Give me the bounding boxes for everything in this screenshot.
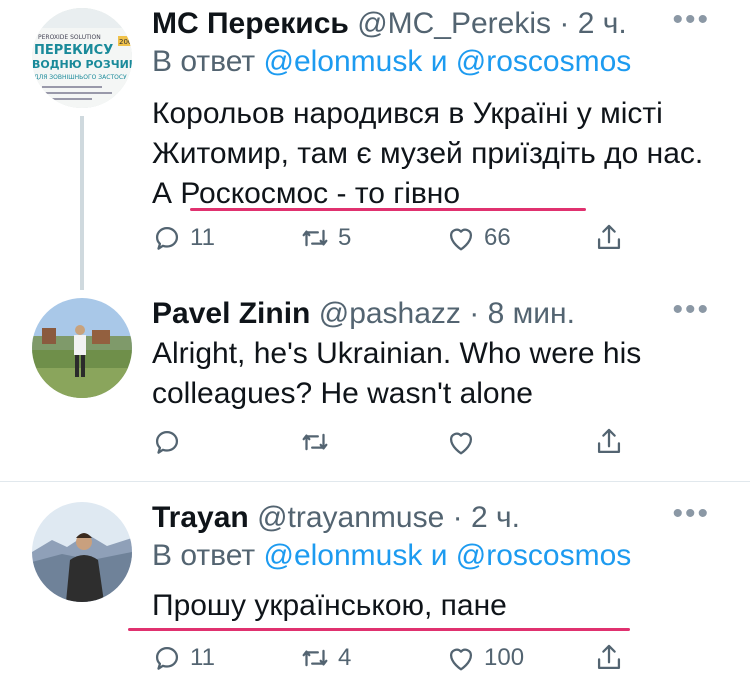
reply-prefix: В ответ (152, 45, 256, 78)
reply-prefix: В ответ (152, 539, 256, 572)
retweet-button[interactable] (298, 422, 338, 462)
svg-text:ДЛЯ ЗОВНІШНЬОГО ЗАСТОСУ: ДЛЯ ЗОВНІШНЬОГО ЗАСТОСУ (34, 74, 127, 81)
like-button[interactable] (444, 422, 484, 462)
timestamp[interactable]: 2 ч. (578, 7, 627, 40)
more-icon[interactable]: ••• (672, 499, 710, 529)
like-button[interactable]: 66 (444, 218, 511, 258)
share-icon (597, 644, 621, 670)
reply-to-line: В ответ @elonmusk и @roscosmos (152, 44, 631, 80)
share-button[interactable] (592, 638, 632, 678)
display-name[interactable]: МС Перекись (152, 7, 349, 40)
reply-count: 11 (190, 644, 215, 671)
retweet-icon (302, 433, 328, 451)
mention-roscosmos[interactable]: @roscosmos (456, 45, 632, 78)
tweet-text: Корольов народився в Україні у місті Жит… (152, 97, 704, 210)
user-handle[interactable]: @pashazz (319, 297, 461, 330)
share-button[interactable] (592, 422, 632, 462)
reply-to-line: В ответ @elonmusk и @roscosmos (152, 538, 631, 574)
avatar-image (32, 502, 132, 602)
mention-roscosmos[interactable]: @roscosmos (456, 539, 632, 572)
thread-line (80, 116, 84, 290)
tweet-text: Alright, he's Ukrainian. Who were his co… (152, 337, 642, 410)
reply-button[interactable]: 11 (150, 638, 215, 678)
avatar-image: PEROXIDE SOLUTION ПЕРЕКИСУ ВОДНЮ РОЗЧИН … (32, 8, 132, 108)
retweet-button[interactable]: 5 (298, 218, 351, 258)
like-count: 100 (484, 644, 525, 671)
share-icon (597, 428, 621, 454)
tweet-header: Pavel Zinin @pashazz · 8 мин. (152, 296, 575, 332)
like-count: 66 (484, 224, 511, 251)
svg-text:PEROXIDE SOLUTION: PEROXIDE SOLUTION (38, 34, 101, 41)
mention-elonmusk[interactable]: @elonmusk (263, 45, 422, 78)
like-icon (449, 648, 473, 671)
avatar-pavel-zinin[interactable] (32, 298, 132, 398)
share-icon (597, 224, 621, 250)
highlight-underline (190, 208, 586, 211)
user-handle[interactable]: @MC_Perekis (357, 7, 551, 40)
reply-button[interactable] (150, 422, 190, 462)
reply-icon (155, 646, 179, 670)
svg-text:ПЕРЕКИСУ: ПЕРЕКИСУ (34, 43, 113, 58)
more-icon[interactable]: ••• (672, 5, 710, 35)
share-button[interactable] (592, 218, 632, 258)
mention-elonmusk[interactable]: @elonmusk (263, 539, 422, 572)
reply-icon (155, 430, 179, 454)
retweet-button[interactable]: 4 (298, 638, 351, 678)
separator-dot: · (551, 7, 578, 40)
action-bar: 11 4 100 (150, 638, 630, 678)
reply-count: 11 (190, 224, 215, 251)
reply-icon (155, 226, 179, 250)
tweet-text: Прошу українською, пане (152, 589, 507, 622)
like-icon (449, 228, 473, 251)
avatar-mc-perekis[interactable]: PEROXIDE SOLUTION ПЕРЕКИСУ ВОДНЮ РОЗЧИН … (32, 8, 132, 108)
user-handle[interactable]: @trayanmuse (257, 501, 444, 534)
tweet-1[interactable]: PEROXIDE SOLUTION ПЕРЕКИСУ ВОДНЮ РОЗЧИН … (0, 0, 750, 290)
tweet-divider (0, 481, 750, 482)
action-bar: 11 5 66 (150, 218, 630, 258)
tweet-3[interactable]: Trayan @trayanmuse · 2 ч. ••• В ответ @e… (0, 490, 750, 686)
avatar-trayan[interactable] (32, 502, 132, 602)
highlight-underline (128, 628, 630, 631)
retweet-icon (302, 229, 328, 247)
separator-dot: · (444, 501, 471, 534)
svg-text:ВОДНЮ РОЗЧИН: ВОДНЮ РОЗЧИН (32, 58, 132, 71)
like-icon (449, 432, 473, 455)
display-name[interactable]: Pavel Zinin (152, 297, 310, 330)
reply-button[interactable]: 11 (150, 218, 215, 258)
more-icon[interactable]: ••• (672, 295, 710, 325)
tweet-header: МС Перекись @MC_Perekis · 2 ч. (152, 6, 627, 42)
retweet-icon (302, 649, 328, 667)
like-button[interactable]: 100 (444, 638, 524, 678)
separator-dot: · (460, 297, 488, 330)
timestamp[interactable]: 2 ч. (471, 501, 520, 534)
retweet-count: 4 (338, 644, 352, 671)
display-name[interactable]: Trayan (152, 501, 249, 534)
action-bar (150, 422, 630, 462)
avatar-image (32, 298, 132, 398)
reply-and: и (430, 539, 448, 572)
retweet-count: 5 (338, 224, 352, 251)
timestamp[interactable]: 8 мин. (488, 297, 575, 330)
tweet-2[interactable]: Pavel Zinin @pashazz · 8 мин. ••• Alrigh… (0, 290, 750, 480)
svg-text:200: 200 (119, 38, 132, 46)
tweet-header: Trayan @trayanmuse · 2 ч. (152, 500, 520, 536)
reply-and: и (430, 45, 448, 78)
